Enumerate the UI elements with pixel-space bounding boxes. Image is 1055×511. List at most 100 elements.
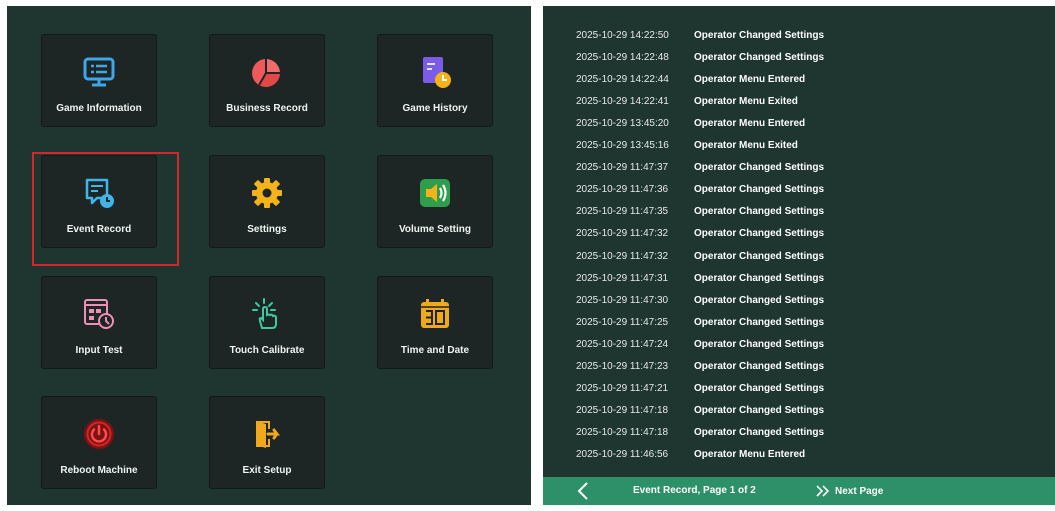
log-event: Operator Changed Settings <box>694 228 825 240</box>
log-event: Operator Menu Exited <box>694 140 798 152</box>
pie-chart-icon <box>252 59 280 87</box>
log-timestamp: 2025-10-29 11:47:31 <box>576 272 669 284</box>
touch-calibrate-button[interactable]: Touch Calibrate <box>209 276 325 369</box>
log-timestamp: 2025-10-29 11:47:18 <box>576 426 669 438</box>
log-row: 2025-10-29 11:47:30 Operator Changed Sett… <box>576 295 824 311</box>
log-event: Operator Changed Settings <box>694 426 825 438</box>
document-clock-icon <box>423 57 451 88</box>
exit-setup-button[interactable]: Exit Setup <box>209 396 325 489</box>
game-history-button[interactable]: Game History <box>377 34 493 127</box>
log-event: Operator Menu Entered <box>694 74 806 86</box>
log-event: Operator Menu Exited <box>694 96 798 108</box>
operator-menu-panel: Game Information Business Record Game Hi… <box>7 6 531 505</box>
log-event: Operator Changed Settings <box>694 316 825 328</box>
double-chevron-right-icon <box>816 485 830 497</box>
log-timestamp: 2025-10-29 14:22:44 <box>576 74 669 86</box>
log-event: Operator Menu Entered <box>694 118 806 130</box>
log-event: Operator Changed Settings <box>694 162 825 174</box>
tile-label: Input Test <box>75 345 123 356</box>
log-timestamp: 2025-10-29 11:47:35 <box>576 206 669 218</box>
log-timestamp: 2025-10-29 11:47:37 <box>576 162 669 174</box>
log-row: 2025-10-29 14:22:48 Operator Changed Sett… <box>576 52 824 68</box>
log-row: 2025-10-29 11:47:18 Operator Changed Sett… <box>576 405 824 421</box>
tile-label: Time and Date <box>400 345 470 356</box>
log-event: Operator Changed Settings <box>694 360 825 372</box>
log-event: Operator Changed Settings <box>694 184 825 196</box>
monitor-icon <box>83 57 115 87</box>
page-title: Event Record, Page 1 of 2 <box>633 485 756 496</box>
time-and-date-button[interactable]: Time and Date <box>377 276 493 369</box>
calendar-icon <box>421 299 449 328</box>
log-timestamp: 2025-10-29 11:47:32 <box>576 250 669 262</box>
exit-door-icon <box>256 421 280 448</box>
power-icon <box>84 419 114 449</box>
gear-icon <box>252 178 282 208</box>
game-information-button[interactable]: Game Information <box>41 34 157 127</box>
log-timestamp: 2025-10-29 11:47:23 <box>576 360 669 372</box>
input-test-button[interactable]: Input Test <box>41 276 157 369</box>
log-row: 2025-10-29 14:22:50 Operator Changed Sett… <box>576 30 824 46</box>
log-row: 2025-10-29 11:47:23 Operator Changed Sett… <box>576 361 824 377</box>
log-event: Operator Changed Settings <box>694 294 825 306</box>
touch-hand-icon <box>252 298 277 329</box>
log-event: Operator Changed Settings <box>694 338 825 350</box>
log-row: 2025-10-29 11:47:25 Operator Changed Sett… <box>576 317 824 333</box>
event-record-icon <box>85 178 114 208</box>
log-event: Operator Changed Settings <box>694 52 825 64</box>
tile-label: Reboot Machine <box>60 465 138 476</box>
log-row: 2025-10-29 11:47:31 Operator Changed Sett… <box>576 273 824 289</box>
log-row: 2025-10-29 11:47:18 Operator Changed Sett… <box>576 427 824 443</box>
log-row: 2025-10-29 11:47:24 Operator Changed Sett… <box>576 339 824 355</box>
tile-label: Business Record <box>226 103 308 114</box>
tile-label: Touch Calibrate <box>229 345 305 356</box>
log-timestamp: 2025-10-29 11:46:56 <box>576 448 669 460</box>
tile-label: Exit Setup <box>242 465 292 476</box>
reboot-machine-button[interactable]: Reboot Machine <box>41 396 157 489</box>
log-event: Operator Menu Entered <box>694 448 806 460</box>
keypad-test-icon <box>84 299 114 329</box>
log-timestamp: 2025-10-29 14:22:48 <box>576 52 669 64</box>
pagination-bar: Event Record, Page 1 of 2 Next Page <box>543 477 1055 505</box>
log-row: 2025-10-29 11:47:37 Operator Changed Sett… <box>576 162 824 178</box>
log-row: 2025-10-29 11:47:35 Operator Changed Sett… <box>576 206 824 222</box>
log-event: Operator Changed Settings <box>694 250 825 262</box>
log-timestamp: 2025-10-29 13:45:16 <box>576 140 669 152</box>
log-event: Operator Changed Settings <box>694 382 825 394</box>
log-event: Operator Changed Settings <box>694 272 825 284</box>
log-timestamp: 2025-10-29 11:47:32 <box>576 228 669 240</box>
log-row: 2025-10-29 11:47:32 Operator Changed Sett… <box>576 251 824 267</box>
tile-label: Game History <box>402 103 468 114</box>
log-timestamp: 2025-10-29 11:47:25 <box>576 316 669 328</box>
log-row: 2025-10-29 11:47:32 Operator Changed Sett… <box>576 228 824 244</box>
log-row: 2025-10-29 14:22:44 Operator Menu Entered <box>576 74 805 90</box>
log-timestamp: 2025-10-29 14:22:50 <box>576 30 669 41</box>
log-timestamp: 2025-10-29 11:47:21 <box>576 382 669 394</box>
log-row: 2025-10-29 11:47:21 Operator Changed Sett… <box>576 383 824 399</box>
log-timestamp: 2025-10-29 11:47:18 <box>576 404 669 416</box>
log-row: 2025-10-29 13:45:20 Operator Menu Entered <box>576 118 805 134</box>
log-timestamp: 2025-10-29 14:22:41 <box>576 96 669 108</box>
chevron-left-icon[interactable] <box>573 480 595 502</box>
log-timestamp: 2025-10-29 11:47:24 <box>576 338 669 350</box>
tile-label: Game Information <box>56 103 142 114</box>
log-row: 2025-10-29 14:22:41 Operator Menu Exited <box>576 96 798 112</box>
tile-label: Event Record <box>66 224 132 235</box>
log-row: 2025-10-29 13:45:16 Operator Menu Exited <box>576 140 798 156</box>
settings-button[interactable]: Settings <box>209 155 325 248</box>
tile-label: Volume Setting <box>398 224 472 235</box>
speaker-icon <box>420 179 450 207</box>
business-record-button[interactable]: Business Record <box>209 34 325 127</box>
log-event: Operator Changed Settings <box>694 404 825 416</box>
log-row: 2025-10-29 11:46:56 Operator Menu Entered <box>576 449 805 465</box>
event-record-button[interactable]: Event Record <box>41 155 157 248</box>
log-event: Operator Changed Settings <box>694 206 825 218</box>
log-timestamp: 2025-10-29 13:45:20 <box>576 118 669 130</box>
next-page-button[interactable]: Next Page <box>815 481 883 501</box>
log-timestamp: 2025-10-29 11:47:36 <box>576 184 669 196</box>
log-timestamp: 2025-10-29 11:47:30 <box>576 294 669 306</box>
tile-label: Settings <box>247 224 287 235</box>
next-page-label: Next Page <box>835 485 884 497</box>
log-event: Operator Changed Settings <box>694 30 825 41</box>
event-record-panel: 2025-10-29 14:22:50 Operator Changed Sett… <box>543 6 1055 505</box>
volume-setting-button[interactable]: Volume Setting <box>377 155 493 248</box>
